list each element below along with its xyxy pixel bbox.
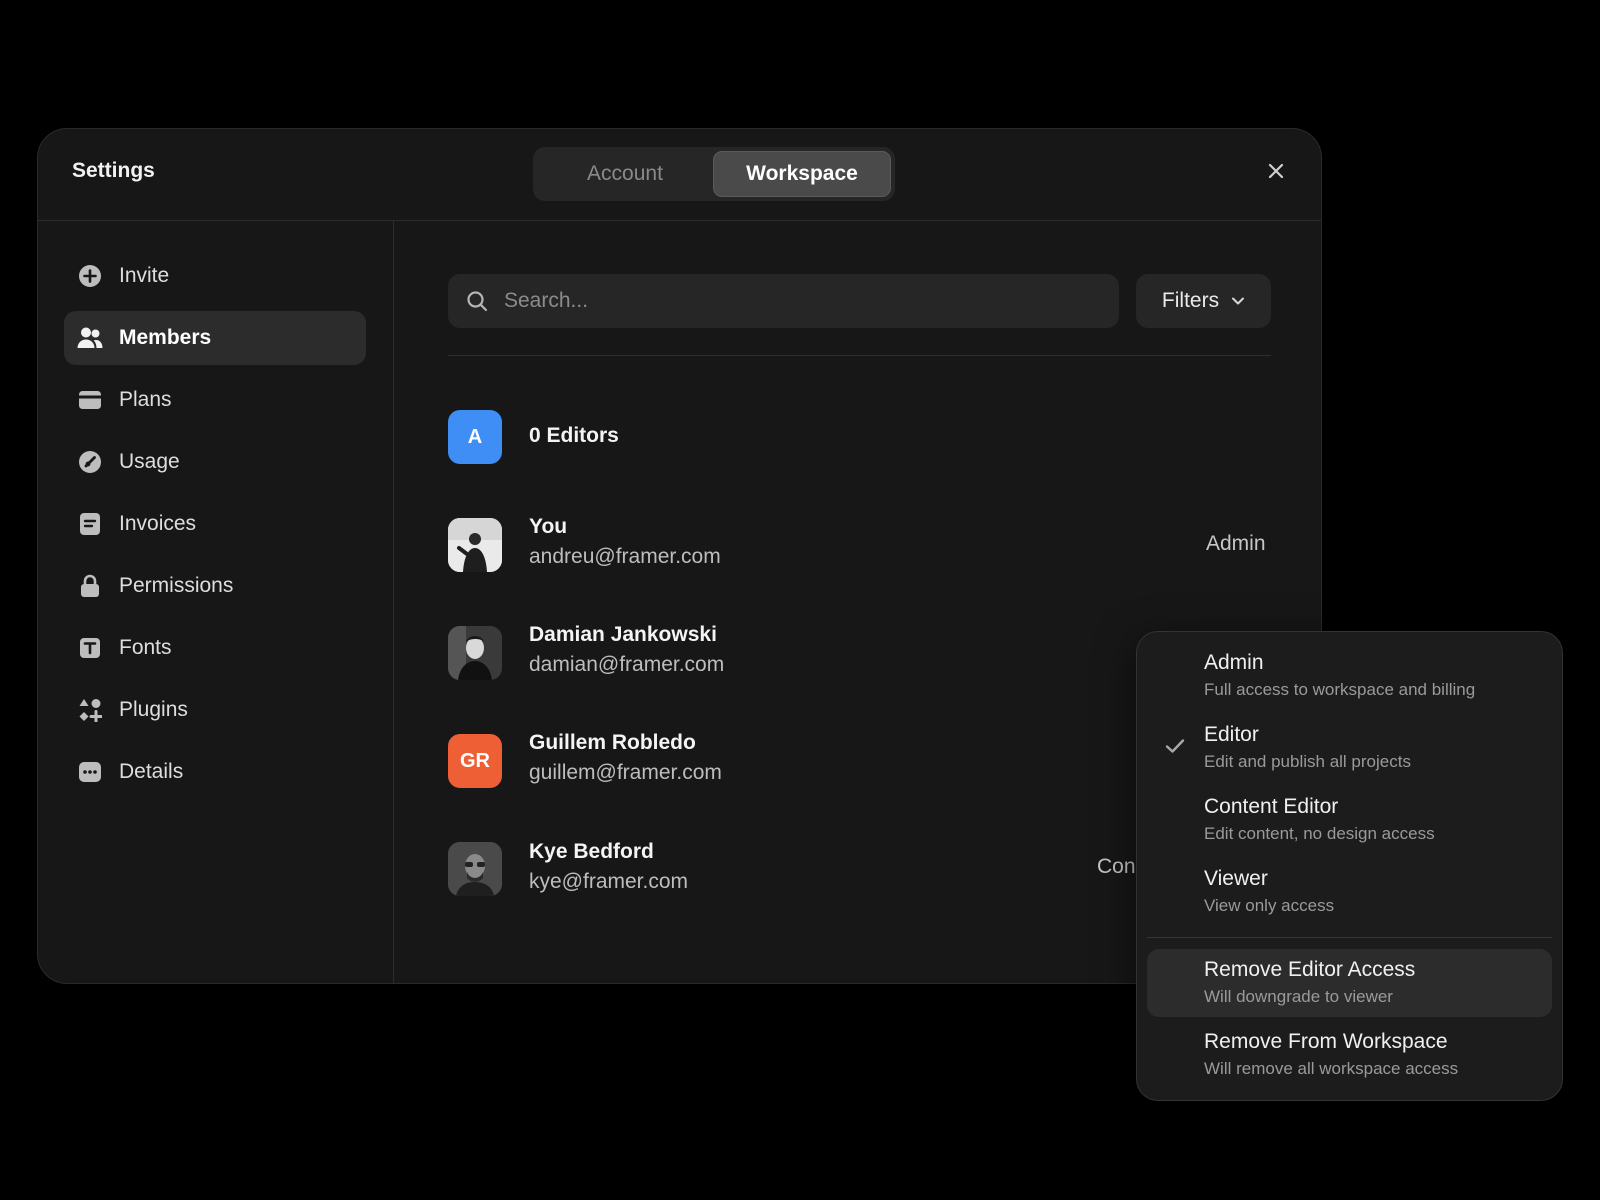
credit-card-icon <box>77 387 103 413</box>
member-role[interactable]: Con <box>1097 855 1136 879</box>
avatar <box>448 842 502 896</box>
sidebar-item-members[interactable]: Members <box>64 311 366 365</box>
role-option-title: Admin <box>1204 651 1264 674</box>
plus-circle-icon <box>77 263 103 289</box>
sidebar-item-usage[interactable]: Usage <box>64 435 366 489</box>
sidebar-item-label: Usage <box>119 450 180 473</box>
settings-tab-switcher: Account Workspace <box>533 147 895 201</box>
member-email: guillem@framer.com <box>529 761 722 784</box>
editors-count-label: 0 Editors <box>529 424 619 447</box>
plugins-icon <box>77 697 103 723</box>
search-input[interactable] <box>502 288 1066 314</box>
sidebar-item-plugins[interactable]: Plugins <box>64 683 366 737</box>
sidebar-item-label: Details <box>119 760 184 783</box>
avatar <box>448 518 502 572</box>
member-name: Kye Bedford <box>529 840 654 863</box>
member-name: You <box>529 515 568 538</box>
sidebar-item-label: Members <box>119 326 212 349</box>
editors-group-avatar: A <box>448 410 502 464</box>
action-description: Will downgrade to viewer <box>1204 987 1393 1006</box>
role-option-editor[interactable]: Editor Edit and publish all projects <box>1147 714 1552 782</box>
role-option-content-editor[interactable]: Content Editor Edit content, no design a… <box>1147 786 1552 854</box>
members-divider <box>448 355 1271 356</box>
sidebar-item-label: Invoices <box>119 512 197 535</box>
checkmark-icon <box>1165 738 1185 759</box>
role-option-description: View only access <box>1204 896 1335 915</box>
member-email: andreu@framer.com <box>529 545 721 568</box>
chevron-down-icon <box>1231 296 1245 306</box>
window-title: Settings <box>72 159 155 182</box>
sidebar-item-label: Fonts <box>119 636 172 659</box>
remove-editor-access-option[interactable]: Remove Editor Access Will downgrade to v… <box>1147 949 1552 1017</box>
settings-sidebar: Invite Members Plans Usage Invoices Perm… <box>38 220 394 983</box>
remove-from-workspace-option[interactable]: Remove From Workspace Will remove all wo… <box>1147 1021 1552 1089</box>
sidebar-item-invite[interactable]: Invite <box>64 249 366 303</box>
settings-window: Settings Account Workspace Invite Member… <box>37 128 1322 984</box>
close-icon[interactable] <box>1264 159 1288 183</box>
filters-label: Filters <box>1161 289 1220 312</box>
lock-icon <box>77 573 103 599</box>
sidebar-item-label: Permissions <box>119 574 234 597</box>
sidebar-item-permissions[interactable]: Permissions <box>64 559 366 613</box>
users-icon <box>77 325 103 351</box>
menu-divider <box>1147 937 1552 938</box>
settings-header: Settings Account Workspace <box>38 129 1321 221</box>
more-icon <box>77 759 103 785</box>
member-name: Guillem Robledo <box>529 731 696 754</box>
role-option-description: Edit content, no design access <box>1204 824 1435 843</box>
action-title: Remove From Workspace <box>1204 1030 1448 1053</box>
sidebar-item-plans[interactable]: Plans <box>64 373 366 427</box>
sidebar-item-label: Invite <box>119 264 170 287</box>
avatar: GR <box>448 734 502 788</box>
role-option-title: Content Editor <box>1204 795 1339 818</box>
role-option-description: Full access to workspace and billing <box>1204 680 1476 699</box>
action-description: Will remove all workspace access <box>1204 1059 1459 1078</box>
sidebar-item-fonts[interactable]: Fonts <box>64 621 366 675</box>
action-title: Remove Editor Access <box>1204 958 1416 981</box>
sidebar-item-label: Plans <box>119 388 172 411</box>
gauge-icon <box>77 449 103 475</box>
sidebar-item-details[interactable]: Details <box>64 745 366 799</box>
search-icon <box>466 290 488 312</box>
role-option-title: Editor <box>1204 723 1259 746</box>
role-option-description: Edit and publish all projects <box>1204 752 1411 771</box>
member-name: Damian Jankowski <box>529 623 717 646</box>
member-email: damian@framer.com <box>529 653 725 676</box>
sidebar-item-label: Plugins <box>119 698 188 721</box>
role-option-viewer[interactable]: Viewer View only access <box>1147 858 1552 926</box>
filters-button[interactable]: Filters <box>1136 274 1271 328</box>
search-bar[interactable] <box>448 274 1119 328</box>
role-dropdown-menu: Admin Full access to workspace and billi… <box>1136 631 1563 1101</box>
text-icon <box>77 635 103 661</box>
member-email: kye@framer.com <box>529 870 689 893</box>
sidebar-item-invoices[interactable]: Invoices <box>64 497 366 551</box>
member-role[interactable]: Admin <box>1206 532 1266 556</box>
tab-account[interactable]: Account <box>537 151 713 197</box>
avatar <box>448 626 502 680</box>
role-option-title: Viewer <box>1204 867 1268 890</box>
role-option-admin[interactable]: Admin Full access to workspace and billi… <box>1147 642 1552 710</box>
invoice-icon <box>77 511 103 537</box>
tab-workspace[interactable]: Workspace <box>713 151 891 197</box>
